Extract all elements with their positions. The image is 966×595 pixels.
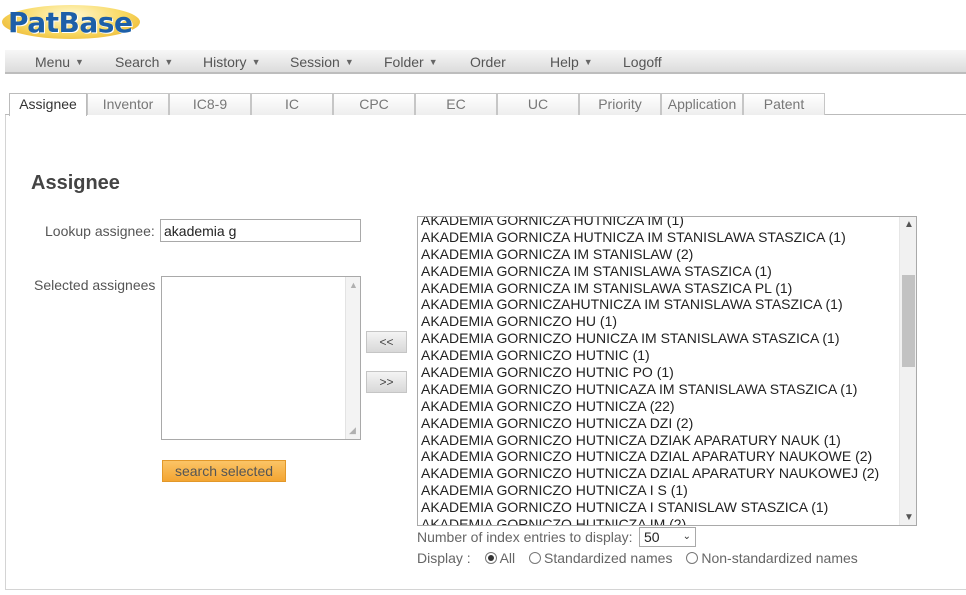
display-option-standardized[interactable]: Standardized names bbox=[529, 550, 672, 566]
list-item[interactable]: AKADEMIA GORNICZA IM STANISLAW (2) bbox=[421, 246, 879, 263]
remove-selected-button[interactable]: << bbox=[366, 331, 407, 353]
scroll-up-icon[interactable]: ▲ bbox=[349, 280, 358, 290]
assignee-index-list[interactable]: AKADEMIA GORNICZA HUTNICZA IM (1) AKADEMI… bbox=[417, 216, 917, 526]
radio-checked-icon[interactable] bbox=[484, 552, 497, 564]
display-label: Display : bbox=[417, 550, 471, 566]
search-selected-button[interactable]: search selected bbox=[162, 460, 286, 482]
patbase-logo[interactable]: PatBase bbox=[2, 2, 142, 42]
main-menubar: Menu ▼ Search ▼ History ▼ Session ▼ Folder ▼ … bbox=[5, 50, 966, 74]
scroll-down-icon[interactable]: ▼ bbox=[904, 512, 914, 523]
tab-ic8-9[interactable]: IC8-9 bbox=[169, 93, 251, 115]
list-item[interactable]: AKADEMIA GORNICZO HUTNICZA IM (2) bbox=[421, 516, 879, 525]
chevron-down-icon: ▼ bbox=[164, 57, 174, 67]
radio-icon[interactable] bbox=[529, 552, 542, 564]
menu-item-order[interactable]: Order bbox=[470, 54, 506, 70]
tab-cpc[interactable]: CPC bbox=[333, 93, 415, 115]
radio-icon[interactable] bbox=[686, 552, 699, 564]
menu-item-logoff[interactable]: Logoff bbox=[623, 54, 662, 70]
resize-grip-icon[interactable]: ◢ bbox=[349, 425, 356, 436]
scrollbar-thumb[interactable] bbox=[902, 275, 915, 367]
list-item[interactable]: AKADEMIA GORNICZAHUTNICZA IM STANISLAWA … bbox=[421, 296, 879, 313]
tab-inventor[interactable]: Inventor bbox=[87, 93, 169, 115]
menu-item-search[interactable]: Search ▼ bbox=[115, 54, 173, 70]
lookup-assignee-input[interactable] bbox=[160, 219, 361, 242]
tab-patent[interactable]: Patent bbox=[743, 93, 825, 115]
scroll-up-icon[interactable]: ▲ bbox=[904, 219, 914, 230]
entries-count-select[interactable]: 50 ⌄ bbox=[639, 527, 696, 547]
list-item[interactable]: AKADEMIA GORNICZO HUTNIC PO (1) bbox=[421, 364, 879, 381]
chevron-down-icon: ▼ bbox=[428, 57, 438, 67]
add-selected-button[interactable]: >> bbox=[366, 371, 407, 393]
display-option-all[interactable]: All bbox=[484, 550, 515, 566]
list-item[interactable]: AKADEMIA GORNICZO HUTNICZA DZI (2) bbox=[421, 415, 879, 432]
scrollbar[interactable]: ▲ ▼ bbox=[899, 217, 916, 525]
logo-text: PatBase bbox=[8, 6, 133, 39]
list-item[interactable]: AKADEMIA GORNICZO HUNICZA IM STANISLAWA … bbox=[421, 330, 879, 347]
list-item[interactable]: AKADEMIA GORNICZO HUTNICZA DZIAL APARATU… bbox=[421, 465, 879, 482]
display-option-non-standardized[interactable]: Non-standardized names bbox=[686, 550, 858, 566]
menu-item-menu[interactable]: Menu ▼ bbox=[35, 54, 84, 70]
menu-item-session[interactable]: Session ▼ bbox=[290, 54, 354, 70]
list-item[interactable]: AKADEMIA GORNICZO HUTNIC (1) bbox=[421, 347, 879, 364]
list-item[interactable]: AKADEMIA GORNICZO HUTNICZA DZIAK APARATU… bbox=[421, 432, 879, 449]
menu-item-folder[interactable]: Folder ▼ bbox=[384, 54, 438, 70]
list-item[interactable]: AKADEMIA GORNICZO HUTNICZA I S (1) bbox=[421, 482, 879, 499]
list-item[interactable]: AKADEMIA GORNICZO HUTNICAZA IM STANISLAW… bbox=[421, 381, 879, 398]
tab-uc[interactable]: UC bbox=[497, 93, 579, 115]
tab-ic[interactable]: IC bbox=[251, 93, 333, 115]
menu-item-history[interactable]: History ▼ bbox=[203, 54, 260, 70]
list-item[interactable]: AKADEMIA GORNICZA IM STANISLAWA STASZICA… bbox=[421, 263, 879, 280]
display-options: Display : All Standardized names Non-sta… bbox=[417, 550, 868, 566]
tab-priority[interactable]: Priority bbox=[579, 93, 661, 115]
list-item[interactable]: AKADEMIA GORNICZO HUTNICZA (22) bbox=[421, 398, 879, 415]
index-entries: AKADEMIA GORNICZA HUTNICZA IM (1) AKADEMI… bbox=[421, 217, 879, 525]
list-item[interactable]: AKADEMIA GORNICZA HUTNICZA IM STANISLAWA… bbox=[421, 229, 879, 246]
list-item[interactable]: AKADEMIA GORNICZO HU (1) bbox=[421, 313, 879, 330]
tab-application[interactable]: Application bbox=[661, 93, 743, 115]
list-item[interactable]: AKADEMIA GORNICZO HUTNICZA DZIAL APARATU… bbox=[421, 448, 879, 465]
tab-assignee[interactable]: Assignee bbox=[9, 93, 87, 116]
lookup-assignee-label: Lookup assignee: bbox=[45, 223, 155, 239]
selected-assignees-list[interactable]: ▲ ◢ bbox=[161, 276, 361, 440]
page-title: Assignee bbox=[31, 172, 120, 194]
tab-ec[interactable]: EC bbox=[415, 93, 497, 115]
entries-count-value: 50 bbox=[644, 529, 660, 545]
menu-item-help[interactable]: Help ▼ bbox=[550, 54, 593, 70]
chevron-down-icon: ▼ bbox=[583, 57, 593, 67]
list-item[interactable]: AKADEMIA GORNICZA IM STANISLAWA STASZICA… bbox=[421, 280, 879, 297]
selected-assignees-label: Selected assignees bbox=[34, 277, 156, 293]
chevron-down-icon: ▼ bbox=[75, 57, 84, 67]
chevron-down-icon: ⌄ bbox=[682, 531, 691, 542]
list-item[interactable]: AKADEMIA GORNICZO HUTNICZA I STANISLAW S… bbox=[421, 499, 879, 516]
chevron-down-icon: ▼ bbox=[251, 57, 261, 67]
index-tabs: Assignee Inventor IC8-9 IC CPC EC UC Pri… bbox=[5, 93, 966, 116]
chevron-down-icon: ▼ bbox=[344, 57, 354, 67]
scrollbar[interactable]: ▲ ◢ bbox=[345, 277, 360, 439]
list-item[interactable]: AKADEMIA GORNICZA HUTNICZA IM (1) bbox=[421, 217, 879, 229]
entries-count-label: Number of index entries to display: bbox=[417, 529, 633, 545]
